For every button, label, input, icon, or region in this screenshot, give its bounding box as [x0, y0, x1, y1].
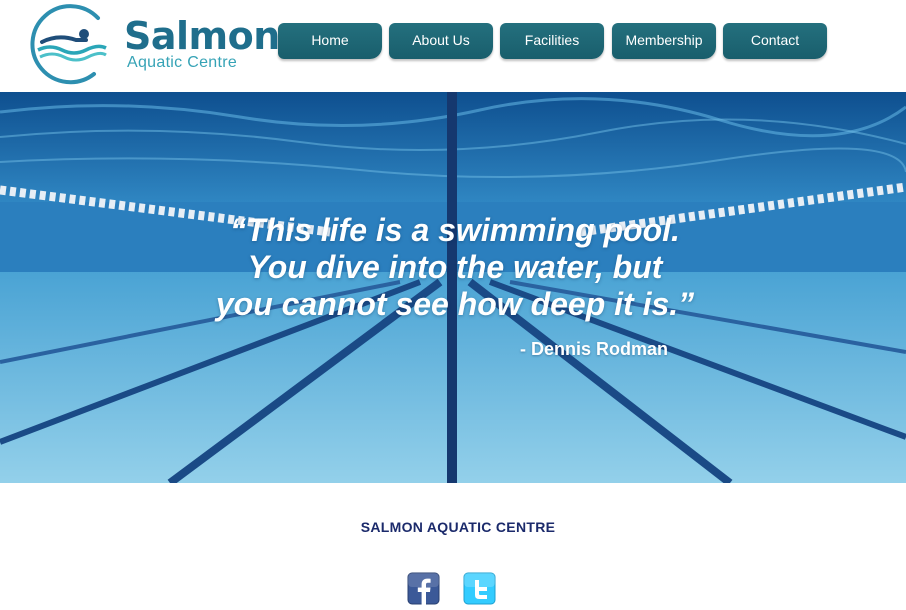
- nav-home-button[interactable]: Home: [278, 23, 382, 59]
- quote-line: you cannot see how deep it is.”: [215, 286, 695, 322]
- logo[interactable]: Salmon Aquatic Centre: [24, 4, 280, 86]
- hero-banner: “This life is a swimming pool. You dive …: [0, 92, 906, 483]
- quote-author: - Dennis Rodman: [520, 339, 669, 359]
- footer-title: SALMON AQUATIC CENTRE: [360, 519, 556, 535]
- twitter-icon[interactable]: [463, 572, 496, 605]
- nav-about-button[interactable]: About Us: [389, 23, 493, 59]
- facebook-icon[interactable]: [407, 572, 440, 605]
- quote-line: You dive into the water, but: [247, 249, 663, 285]
- brand-name: Salmon: [124, 14, 280, 58]
- brand-subtitle: Aquatic Centre: [127, 54, 238, 71]
- quote-line: “This life is a swimming pool.: [230, 212, 680, 248]
- swimmer-logo-icon: [30, 4, 107, 85]
- site-header: Salmon Aquatic Centre Home About Us Faci…: [0, 0, 906, 92]
- nav-facilities-button[interactable]: Facilities: [500, 23, 604, 59]
- nav-contact-button[interactable]: Contact: [723, 23, 827, 59]
- hero-quote: “This life is a swimming pool. You dive …: [160, 212, 750, 323]
- nav-membership-button[interactable]: Membership: [612, 23, 716, 59]
